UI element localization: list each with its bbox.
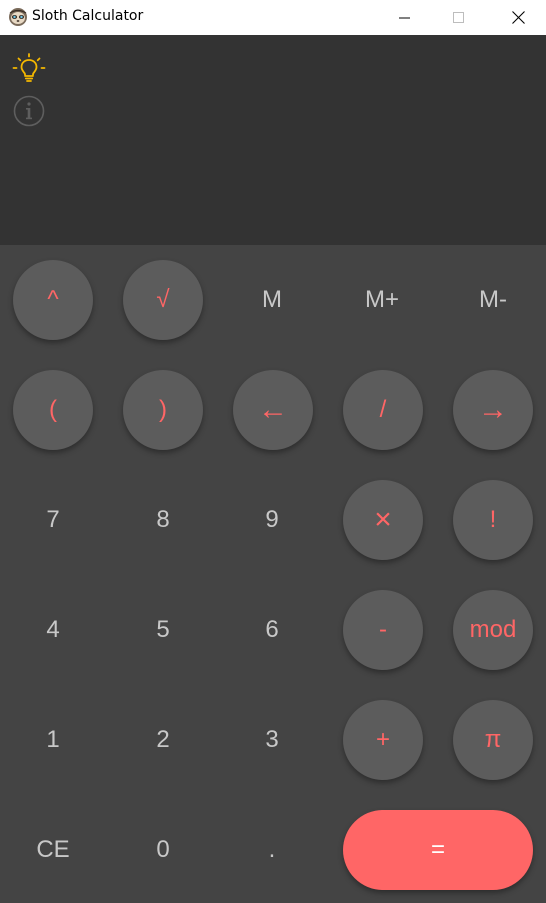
pi-button[interactable]: π xyxy=(453,700,533,780)
maximize-button[interactable] xyxy=(436,0,482,35)
sloth-icon xyxy=(9,8,27,26)
memory-button[interactable]: M xyxy=(232,260,312,340)
digit-4-button[interactable]: 4 xyxy=(13,590,93,670)
multiply-button[interactable]: × xyxy=(343,480,423,560)
digit-8-button[interactable]: 8 xyxy=(123,480,203,560)
mod-button[interactable]: mod xyxy=(453,590,533,670)
minimize-button[interactable] xyxy=(382,0,428,35)
plus-button[interactable]: + xyxy=(343,700,423,780)
divide-button[interactable]: / xyxy=(343,370,423,450)
backspace-button[interactable]: ← xyxy=(233,370,313,450)
right-paren-button[interactable]: ) xyxy=(123,370,203,450)
digit-9-button[interactable]: 9 xyxy=(232,480,312,560)
maximize-icon xyxy=(453,11,464,23)
minimize-icon xyxy=(399,17,410,18)
info-icon[interactable] xyxy=(13,95,45,127)
left-paren-button[interactable]: ( xyxy=(13,370,93,450)
digit-5-button[interactable]: 5 xyxy=(123,590,203,670)
memory-add-button[interactable]: M+ xyxy=(342,260,422,340)
factorial-button[interactable]: ! xyxy=(453,480,533,560)
equals-button[interactable]: = xyxy=(343,810,533,890)
digit-3-button[interactable]: 3 xyxy=(232,700,312,780)
memory-subtract-button[interactable]: M- xyxy=(453,260,533,340)
digit-7-button[interactable]: 7 xyxy=(13,480,93,560)
keypad: ^ √ M M+ M- ( ) ← / → 7 8 9 × ! 4 5 6 - … xyxy=(0,245,546,903)
digit-0-button[interactable]: 0 xyxy=(123,810,203,890)
lightbulb-icon[interactable] xyxy=(12,52,46,86)
close-icon xyxy=(511,11,525,24)
title-bar: Sloth Calculator xyxy=(0,0,546,35)
window-title: Sloth Calculator xyxy=(32,8,144,24)
close-button[interactable] xyxy=(495,0,541,35)
digit-2-button[interactable]: 2 xyxy=(123,700,203,780)
power-button[interactable]: ^ xyxy=(13,260,93,340)
decimal-point-button[interactable]: . xyxy=(232,810,312,890)
minus-button[interactable]: - xyxy=(343,590,423,670)
right-arrow-button[interactable]: → xyxy=(453,370,533,450)
calculator-display xyxy=(0,35,546,245)
digit-1-button[interactable]: 1 xyxy=(13,700,93,780)
digit-6-button[interactable]: 6 xyxy=(232,590,312,670)
clear-entry-button[interactable]: CE xyxy=(13,810,93,890)
sqrt-button[interactable]: √ xyxy=(123,260,203,340)
